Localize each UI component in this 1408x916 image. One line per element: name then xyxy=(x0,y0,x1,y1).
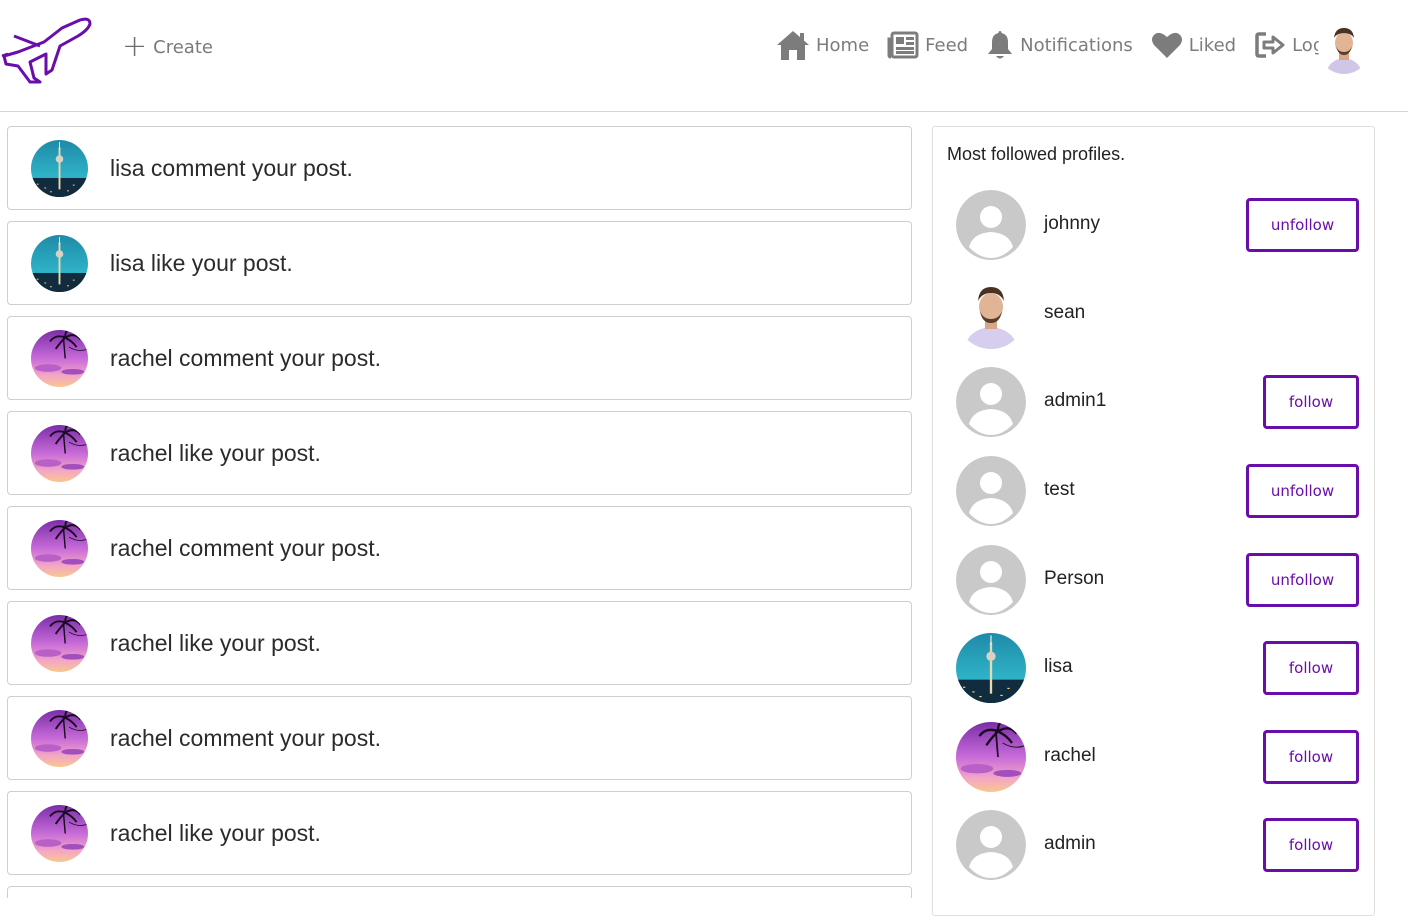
avatar xyxy=(31,140,88,197)
create-button[interactable]: + Create xyxy=(122,29,213,64)
profile-name: sean xyxy=(1044,302,1086,323)
nav-feed-label: Feed xyxy=(925,34,969,56)
unfollow-button[interactable]: unfollow xyxy=(1246,464,1359,518)
follow-button[interactable]: follow xyxy=(1263,641,1359,695)
unfollow-button[interactable]: unfollow xyxy=(1246,198,1359,252)
avatar xyxy=(956,722,1026,792)
avatar xyxy=(31,615,88,672)
profile-name: admin1 xyxy=(1044,390,1107,411)
notification-item[interactable]: lisa comment your post. xyxy=(7,126,912,210)
profile-name: rachel xyxy=(1044,745,1096,766)
profile-row[interactable]: admin follow xyxy=(933,810,1376,880)
avatar xyxy=(31,235,88,292)
unfollow-button[interactable]: unfollow xyxy=(1246,553,1359,607)
profile-row[interactable]: admin1 follow xyxy=(933,367,1376,437)
profile-row[interactable]: rachel follow xyxy=(933,722,1376,792)
avatar xyxy=(956,279,1026,349)
avatar xyxy=(956,367,1026,437)
nav-home[interactable]: Home xyxy=(776,30,869,60)
profile-name: johnny xyxy=(1044,213,1100,234)
notification-item[interactable]: rachel comment your post. xyxy=(7,506,912,590)
create-label: Create xyxy=(153,36,213,58)
profile-row[interactable]: lisa follow xyxy=(933,633,1376,703)
user-avatar[interactable] xyxy=(1318,22,1370,74)
heart-icon xyxy=(1151,32,1182,58)
notification-text: rachel comment your post. xyxy=(110,724,382,751)
avatar xyxy=(956,190,1026,260)
nav-notifications-label: Notifications xyxy=(1020,34,1133,56)
notification-text: rachel like your post. xyxy=(110,439,321,466)
notification-text: rachel comment your post. xyxy=(110,534,382,561)
notification-item[interactable]: rachel like your post. xyxy=(7,601,912,685)
notification-item[interactable]: rachel comment your post. xyxy=(7,696,912,780)
notification-item[interactable]: rachel like your post. xyxy=(7,791,912,875)
notification-text: rachel like your post. xyxy=(110,819,321,846)
avatar xyxy=(31,330,88,387)
profile-row[interactable]: sean xyxy=(933,279,1376,349)
top-navbar: + Create Home Feed Notifications Liked xyxy=(0,0,1408,112)
avatar xyxy=(31,425,88,482)
airplane-icon[interactable] xyxy=(0,12,94,86)
nav-liked-label: Liked xyxy=(1188,34,1237,56)
notification-item-partial xyxy=(7,886,912,898)
notification-text: lisa comment your post. xyxy=(110,154,353,181)
avatar xyxy=(31,805,88,862)
avatar xyxy=(956,633,1026,703)
panel-title: Most followed profiles. xyxy=(947,144,1126,164)
notification-list: lisa comment your post. lisa like your p… xyxy=(7,126,912,909)
nav-liked[interactable]: Liked xyxy=(1151,31,1236,59)
logout-icon xyxy=(1255,32,1285,58)
notification-text: lisa like your post. xyxy=(110,249,293,276)
plus-icon: + xyxy=(122,29,148,64)
avatar xyxy=(956,810,1026,880)
follow-button[interactable]: follow xyxy=(1263,375,1359,429)
home-icon xyxy=(777,31,809,60)
avatar xyxy=(31,520,88,577)
notification-text: rachel comment your post. xyxy=(110,344,382,371)
avatar xyxy=(956,456,1026,526)
main-nav: Home Feed Notifications Liked xyxy=(776,28,1372,62)
profile-row[interactable]: test unfollow xyxy=(933,456,1376,526)
notification-item[interactable]: rachel like your post. xyxy=(7,411,912,495)
follow-button[interactable]: follow xyxy=(1263,730,1359,784)
notification-item[interactable]: lisa like your post. xyxy=(7,221,912,305)
bell-icon xyxy=(988,31,1013,59)
notification-item[interactable]: rachel comment your post. xyxy=(7,316,912,400)
follow-button[interactable]: follow xyxy=(1263,818,1359,872)
profile-name: test xyxy=(1044,479,1075,500)
profile-name: admin xyxy=(1044,833,1096,854)
avatar xyxy=(31,710,88,767)
nav-notifications[interactable]: Notifications xyxy=(986,29,1133,61)
avatar xyxy=(956,545,1026,615)
notification-text: rachel like your post. xyxy=(110,629,321,656)
nav-feed[interactable]: Feed xyxy=(887,31,968,59)
nav-home-label: Home xyxy=(816,34,870,56)
profile-name: lisa xyxy=(1044,656,1073,677)
most-followed-panel: Most followed profiles. johnny unfollow … xyxy=(932,126,1375,916)
profile-row[interactable]: Person unfollow xyxy=(933,545,1376,615)
newspaper-icon xyxy=(887,31,919,59)
profile-row[interactable]: johnny unfollow xyxy=(933,190,1376,260)
profile-name: Person xyxy=(1044,568,1105,589)
